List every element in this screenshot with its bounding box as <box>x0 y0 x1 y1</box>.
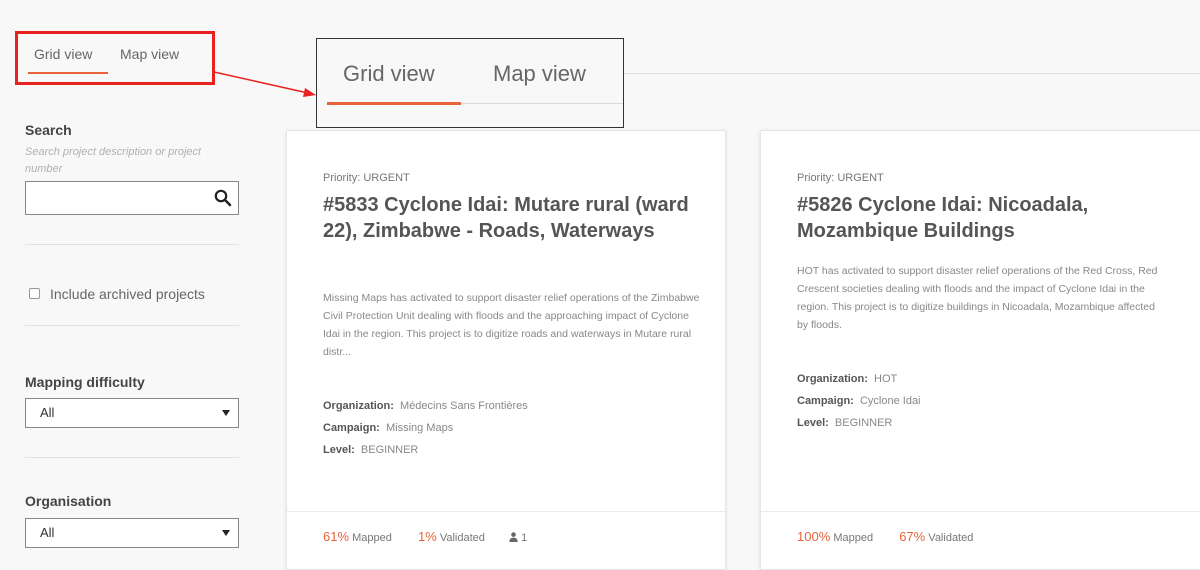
sidebar-divider <box>25 457 239 458</box>
archived-checkbox[interactable] <box>29 288 40 299</box>
tab-active-indicator <box>28 72 108 74</box>
level-row: Level: BEGINNER <box>797 412 1167 434</box>
priority-label: Priority: URGENT <box>797 172 884 184</box>
progress-stats: 61% Mapped 1% Validated 1 <box>323 529 527 544</box>
organisation-select[interactable]: All <box>25 518 239 548</box>
tabs-zoom-inset: Grid view Map view <box>316 38 624 128</box>
level-label: Level: <box>323 444 355 456</box>
organisation-value: All <box>40 525 55 540</box>
search-icon[interactable] <box>214 189 232 207</box>
tabs-divider <box>461 103 623 104</box>
archived-label: Include archived projects <box>50 286 205 302</box>
search-title: Search <box>25 122 72 138</box>
organization-value: Médecins Sans Frontières <box>400 400 528 412</box>
content-top-divider <box>624 73 1200 74</box>
organization-label: Organization: <box>323 400 394 412</box>
priority-label: Priority: URGENT <box>323 172 410 184</box>
chevron-down-icon <box>222 530 230 536</box>
card-footer: 61% Mapped 1% Validated 1 <box>287 511 725 570</box>
tab-map-view[interactable]: Map view <box>120 46 179 62</box>
user-icon <box>509 532 518 542</box>
sidebar-divider <box>25 325 239 326</box>
mapped-label: Mapped <box>352 532 392 544</box>
campaign-row: Campaign: Missing Maps <box>323 417 703 439</box>
search-hint: Search project description or project nu… <box>25 146 202 175</box>
tab-map-view-zoomed[interactable]: Map view <box>493 61 586 87</box>
organization-value: HOT <box>874 373 898 385</box>
project-description: Missing Maps has activated to support di… <box>323 292 700 358</box>
project-description: HOT has activated to support disaster re… <box>797 265 1158 331</box>
project-title[interactable]: #5833 Cyclone Idai: Mutare rural (ward 2… <box>323 192 713 244</box>
tab-active-indicator-zoomed <box>327 102 461 105</box>
level-value: BEGINNER <box>360 444 419 456</box>
sidebar-divider <box>25 244 239 245</box>
progress-stats: 100% Mapped 67% Validated <box>797 529 973 544</box>
difficulty-title: Mapping difficulty <box>25 374 145 390</box>
organisation-title: Organisation <box>25 493 112 509</box>
campaign-row: Campaign: Cyclone Idai <box>797 390 1167 412</box>
tab-grid-view[interactable]: Grid view <box>34 46 92 62</box>
callout-arrow <box>213 71 316 97</box>
contributors-count: 1 <box>521 532 528 544</box>
validated-percent: 1% <box>417 529 437 544</box>
tab-grid-view-zoomed[interactable]: Grid view <box>343 61 435 87</box>
campaign-label: Campaign: <box>323 422 380 434</box>
chevron-down-icon <box>222 410 230 416</box>
project-meta: Organization: HOT Campaign: Cyclone Idai… <box>797 368 1167 434</box>
project-card[interactable]: Priority: URGENT #5826 Cyclone Idai: Nic… <box>760 130 1200 570</box>
level-value: BEGINNER <box>834 417 893 429</box>
project-card[interactable]: Priority: URGENT #5833 Cyclone Idai: Mut… <box>286 130 726 570</box>
search-input[interactable] <box>25 181 239 215</box>
level-row: Level: BEGINNER <box>323 439 703 461</box>
organization-row: Organization: Médecins Sans Frontières <box>323 395 703 417</box>
difficulty-select[interactable]: All <box>25 398 239 428</box>
campaign-label: Campaign: <box>797 395 854 407</box>
mapped-label: Mapped <box>833 532 874 544</box>
campaign-value: Cyclone Idai <box>859 395 921 407</box>
card-footer: 100% Mapped 67% Validated <box>761 511 1200 570</box>
mapped-percent: 61% <box>323 529 350 544</box>
organization-row: Organization: HOT <box>797 368 1167 390</box>
project-title[interactable]: #5826 Cyclone Idai: Nicoadala, Mozambiqu… <box>797 192 1147 244</box>
validated-label: Validated <box>439 532 485 544</box>
organization-label: Organization: <box>797 373 868 385</box>
level-label: Level: <box>797 417 829 429</box>
difficulty-value: All <box>40 405 55 420</box>
validated-label: Validated <box>928 532 974 544</box>
project-meta: Organization: Médecins Sans Frontières C… <box>323 395 703 461</box>
campaign-value: Missing Maps <box>385 422 454 434</box>
validated-percent: 67% <box>899 529 926 544</box>
mapped-percent: 100% <box>797 529 831 544</box>
